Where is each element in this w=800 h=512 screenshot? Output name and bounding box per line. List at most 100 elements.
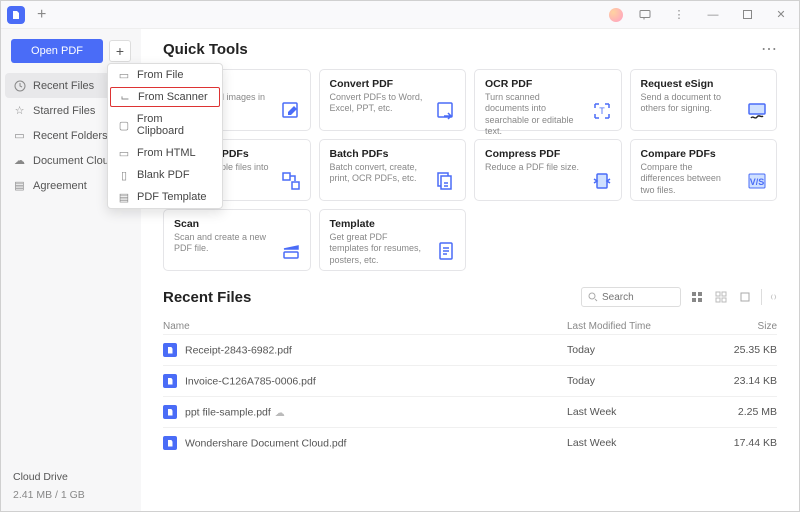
feedback-icon[interactable] (633, 5, 657, 25)
dropdown-item-from-file[interactable]: ▭ From File (108, 64, 222, 86)
quick-tools-title: Quick Tools (163, 41, 248, 58)
file-size: 17.44 KB (717, 437, 777, 449)
tool-template[interactable]: Template Get great PDF templates for resu… (319, 209, 467, 271)
sidebar-label: Starred Files (33, 105, 95, 117)
tool-batch-pdfs[interactable]: Batch PDFsBatch convert, create, print, … (319, 139, 467, 201)
col-size[interactable]: Size (717, 321, 777, 332)
dropdown-item-from-scanner[interactable]: ⌙ From Scanner (110, 87, 220, 107)
table-row[interactable]: Receipt-2843-6982.pdf Today25.35 KB (163, 334, 777, 365)
open-pdf-button[interactable]: Open PDF (11, 39, 103, 63)
dropdown-label: PDF Template (137, 191, 207, 203)
app-logo-icon (7, 6, 25, 24)
tool-desc: Scan and create a new PDF file. (174, 232, 269, 255)
minimize-button[interactable]: — (701, 5, 725, 25)
clock-icon (13, 79, 26, 92)
tool-request-esign[interactable]: Request eSign Send a document to others f… (630, 69, 778, 131)
dropdown-item-blank-pdf[interactable]: ▯ Blank PDF (108, 164, 222, 186)
tool-title: OCR PDF (485, 78, 611, 90)
star-icon: ☆ (13, 104, 26, 117)
tool-desc: Compare the differences between two file… (641, 162, 736, 196)
dropdown-label: Blank PDF (137, 169, 190, 181)
table-row[interactable]: Invoice-C126A785-0006.pdfToday23.14 KB (163, 365, 777, 396)
cloud-drive-label: Cloud Drive (13, 471, 129, 483)
main-content: Quick Tools ⋯ Edit PDFEdit text and imag… (141, 29, 799, 511)
dropdown-item-from-html[interactable]: ▭From HTML (108, 142, 222, 164)
sidebar-label: Recent Folders (33, 130, 108, 142)
file-size: 25.35 KB (717, 344, 777, 356)
tool-compress-pdf[interactable]: Compress PDFReduce a PDF file size. (474, 139, 622, 201)
kebab-menu-icon[interactable]: ⋮ (667, 5, 691, 25)
edit-icon (280, 100, 302, 122)
cloud-drive-usage: 2.41 MB / 1 GB (13, 489, 129, 501)
file-name: Wondershare Document Cloud.pdf (185, 438, 346, 450)
file-modified: Last Week (567, 437, 717, 449)
sidebar-label: Agreement (33, 180, 87, 192)
folder-icon: ▭ (13, 129, 26, 142)
ocr-icon: T (591, 100, 613, 122)
dropdown-item-from-clipboard[interactable]: ▢From Clipboard (108, 108, 222, 142)
col-name[interactable]: Name (163, 321, 567, 332)
scanner-icon: ⌙ (119, 91, 131, 103)
file-size: 2.25 MB (717, 406, 777, 418)
file-modified: Last Week (567, 406, 717, 418)
tool-title: Template (330, 218, 456, 230)
tool-title: Convert PDF (330, 78, 456, 90)
cloud-badge-icon: ☁ (275, 408, 285, 419)
file-size: 23.14 KB (717, 375, 777, 387)
tool-compare-pdfs[interactable]: Compare PDFsCompare the differences betw… (630, 139, 778, 201)
pdf-file-icon (163, 343, 177, 357)
tool-desc: Batch convert, create, print, OCR PDFs, … (330, 162, 425, 185)
dropdown-label: From File (137, 69, 183, 81)
svg-text:T: T (599, 106, 605, 116)
agreement-icon: ▤ (13, 179, 26, 192)
cloud-icon: ☁ (13, 154, 26, 167)
pdf-file-icon (163, 374, 177, 388)
compare-icon: V/S (746, 170, 768, 192)
table-row[interactable]: Wondershare Document Cloud.pdf Last Week1… (163, 427, 777, 458)
view-grid-icon[interactable] (713, 289, 729, 305)
search-input[interactable] (602, 292, 662, 303)
tool-desc: Get great PDF templates for resumes, pos… (330, 232, 425, 266)
blank-icon: ▯ (118, 169, 130, 181)
dropdown-label: From HTML (137, 147, 196, 159)
sidebar-label: Recent Files (33, 80, 94, 92)
search-input-wrapper[interactable] (581, 287, 681, 307)
table-row[interactable]: ppt file-sample.pdf☁Last Week2.25 MB (163, 396, 777, 427)
file-modified: Today (567, 344, 717, 356)
recent-files-title: Recent Files (163, 289, 251, 306)
file-name: Receipt-2843-6982.pdf (185, 345, 292, 357)
batch-icon (435, 170, 457, 192)
maximize-button[interactable] (735, 5, 759, 25)
tool-convert-pdf[interactable]: Convert PDFConvert PDFs to Word, Excel, … (319, 69, 467, 131)
tool-scan[interactable]: Scan Scan and create a new PDF file. (163, 209, 311, 271)
sort-icon[interactable] (737, 289, 753, 305)
convert-icon (435, 100, 457, 122)
combine-icon (280, 170, 302, 192)
recent-files-table: Name Last Modified Time Size Receipt-284… (163, 319, 777, 458)
refresh-icon[interactable] (761, 289, 777, 305)
file-name: Invoice-C126A785-0006.pdf (185, 376, 316, 388)
create-pdf-button[interactable]: + (109, 40, 131, 62)
dropdown-item-pdf-template[interactable]: ▤PDF Template (108, 186, 222, 208)
compress-icon (591, 170, 613, 192)
tool-desc: Turn scanned documents into searchable o… (485, 92, 580, 137)
create-pdf-dropdown: ▭ From File ⌙ From Scanner ▢From Clipboard… (107, 63, 223, 209)
quick-tools-grid: Edit PDFEdit text and images in a PDF. C… (163, 69, 777, 271)
close-button[interactable]: ✕ (769, 5, 793, 25)
titlebar: + ⋮ — ✕ (1, 1, 799, 29)
tool-title: Request eSign (641, 78, 767, 90)
tool-ocr-pdf[interactable]: OCR PDFTurn scanned documents into searc… (474, 69, 622, 131)
search-icon (588, 292, 598, 302)
profile-avatar[interactable] (609, 8, 623, 22)
quick-tools-more-icon[interactable]: ⋯ (761, 39, 777, 59)
new-tab-button[interactable]: + (31, 6, 52, 24)
view-list-icon[interactable] (689, 289, 705, 305)
cloud-drive-status: Cloud Drive 2.41 MB / 1 GB (1, 461, 141, 511)
tool-title: Scan (174, 218, 300, 230)
scan-icon (280, 240, 302, 262)
esign-icon (746, 100, 768, 122)
col-modified[interactable]: Last Modified Time (567, 321, 717, 332)
tool-desc: Send a document to others for signing. (641, 92, 736, 115)
dropdown-label: From Scanner (138, 91, 208, 103)
folder-icon: ▭ (118, 69, 130, 81)
